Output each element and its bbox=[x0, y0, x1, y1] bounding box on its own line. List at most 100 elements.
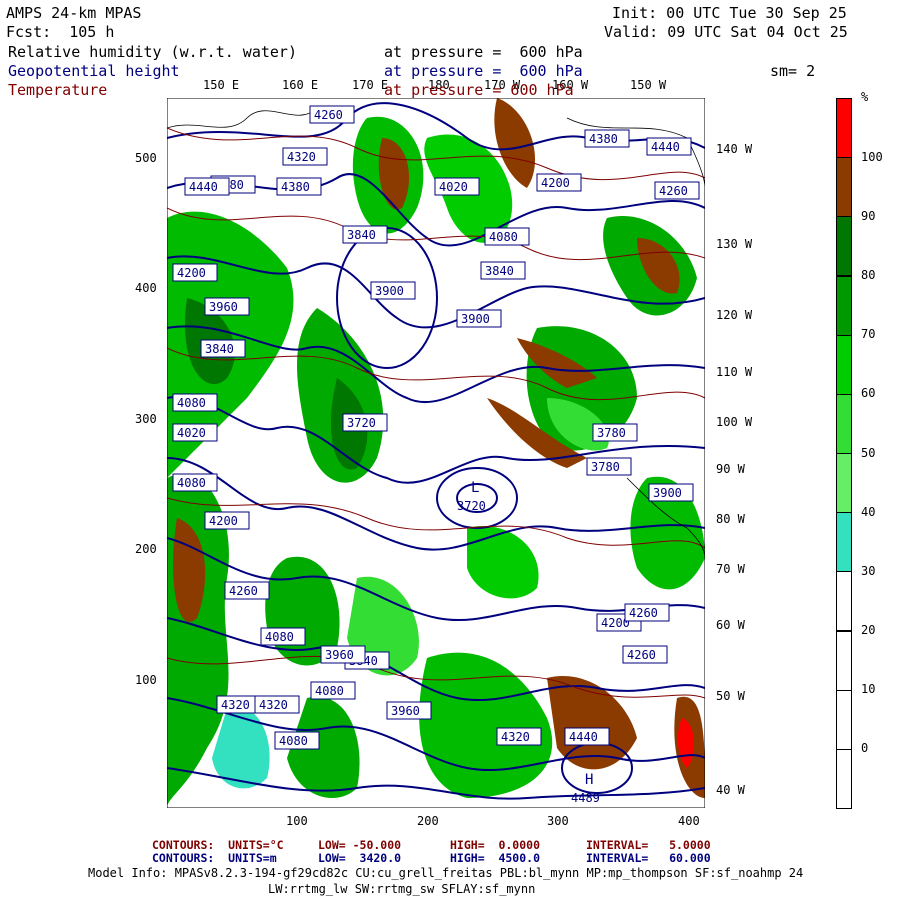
contour-label: 3900 bbox=[456, 309, 502, 328]
colorbar-segment bbox=[836, 748, 852, 809]
lon-label-right: 60 W bbox=[716, 618, 745, 632]
svg-text:4080: 4080 bbox=[315, 684, 344, 698]
svg-text:4320: 4320 bbox=[287, 150, 316, 164]
colorbar-segment bbox=[836, 630, 852, 691]
grid-x-label: 200 bbox=[417, 814, 439, 828]
geo-contour-interval: INTERVAL= 60.000 bbox=[586, 851, 711, 865]
svg-text:4080: 4080 bbox=[177, 396, 206, 410]
svg-text:4380: 4380 bbox=[281, 180, 310, 194]
svg-text:3840: 3840 bbox=[205, 342, 234, 356]
valid-time: Valid: 09 UTC Sat 04 Oct 25 bbox=[604, 23, 848, 41]
colorbar-segment bbox=[836, 275, 852, 336]
colorbar-label: 90 bbox=[861, 209, 876, 223]
colorbar-label: 40 bbox=[861, 505, 876, 519]
svg-text:4200: 4200 bbox=[541, 176, 570, 190]
grid-y-label: 100 bbox=[135, 673, 157, 687]
contour-label: 4200 bbox=[536, 173, 582, 192]
contour-label: 4080 bbox=[484, 227, 530, 246]
contour-label: 4260 bbox=[624, 603, 670, 622]
contour-label: 4080 bbox=[310, 681, 356, 700]
contour-label: 4260 bbox=[224, 581, 270, 600]
svg-text:3960: 3960 bbox=[209, 300, 238, 314]
svg-text:4260: 4260 bbox=[659, 184, 688, 198]
colorbar-segment bbox=[836, 216, 852, 277]
svg-text:4260: 4260 bbox=[314, 108, 343, 122]
colorbar-label: 70 bbox=[861, 327, 876, 341]
colorbar-segment bbox=[836, 453, 852, 514]
svg-text:4080: 4080 bbox=[177, 476, 206, 490]
svg-text:3840: 3840 bbox=[347, 228, 376, 242]
contour-label: 4200 bbox=[204, 511, 250, 530]
model-info-line-2: LW:rrtmg_lw SW:rrtmg_sw SFLAY:sf_mynn bbox=[268, 882, 536, 896]
field-label-rh: Relative humidity (w.r.t. water) bbox=[8, 43, 297, 61]
svg-text:4080: 4080 bbox=[489, 230, 518, 244]
grid-y-label: 300 bbox=[135, 412, 157, 426]
contour-label: 4320 bbox=[282, 147, 328, 166]
temp-contour-low: LOW= -50.000 bbox=[318, 838, 402, 852]
colorbar-segment bbox=[836, 393, 852, 454]
field-label-temp: Temperature bbox=[8, 81, 108, 99]
contour-label: 3900 bbox=[370, 281, 416, 300]
svg-text:4260: 4260 bbox=[229, 584, 258, 598]
geo-contour-low: LOW= 3420.0 bbox=[318, 851, 402, 865]
contour-label: 4260 bbox=[309, 105, 355, 124]
lon-label-top: 150 W bbox=[630, 78, 667, 92]
colorbar-unit: % bbox=[861, 90, 869, 104]
contour-label: 3780 bbox=[586, 457, 632, 476]
svg-text:4260: 4260 bbox=[629, 606, 658, 620]
contour-label: 3960 bbox=[204, 297, 250, 316]
colorbar-label: 80 bbox=[861, 268, 876, 282]
contour-label: 3840 bbox=[200, 339, 246, 358]
contour-label: 4260 bbox=[654, 181, 700, 200]
grid-y-label: 200 bbox=[135, 542, 157, 556]
grid-x-label: 400 bbox=[678, 814, 700, 828]
svg-text:4200: 4200 bbox=[209, 514, 238, 528]
colorbar bbox=[836, 98, 852, 809]
contour-label: 3900 bbox=[648, 483, 694, 502]
contour-label: 3840 bbox=[480, 261, 526, 280]
grid-x-label: 300 bbox=[547, 814, 569, 828]
contour-label: 4380 bbox=[584, 129, 630, 148]
geo-contour-units: CONTOURS: UNITS=m bbox=[152, 851, 277, 865]
contour-label: 4260 bbox=[622, 645, 668, 664]
colorbar-label: 30 bbox=[861, 564, 876, 578]
lon-label-top: 150 E bbox=[203, 78, 240, 92]
lon-label-right: 120 W bbox=[716, 308, 753, 322]
svg-text:3900: 3900 bbox=[653, 486, 682, 500]
temp-contour-units: CONTOURS: UNITS=°C bbox=[152, 838, 284, 852]
svg-text:3840: 3840 bbox=[485, 264, 514, 278]
weather-map: 4260 4320 4380 4440 4380 4260 4200 3960 … bbox=[167, 98, 705, 808]
contour-label: 4440 bbox=[184, 177, 230, 196]
svg-text:3900: 3900 bbox=[461, 312, 490, 326]
svg-text:4080: 4080 bbox=[265, 630, 294, 644]
contour-label: 4080 bbox=[172, 473, 218, 492]
colorbar-label: 50 bbox=[861, 446, 876, 460]
svg-text:3900: 3900 bbox=[375, 284, 404, 298]
contour-label: 4320 bbox=[216, 695, 262, 714]
svg-text:4020: 4020 bbox=[439, 180, 468, 194]
contour-label: 3720 bbox=[342, 413, 388, 432]
lon-label-right: 90 W bbox=[716, 462, 745, 476]
colorbar-label: 0 bbox=[861, 741, 869, 755]
svg-text:3780: 3780 bbox=[597, 426, 626, 440]
contour-label: 3780 bbox=[592, 423, 638, 442]
svg-text:3720: 3720 bbox=[457, 499, 486, 513]
svg-text:4440: 4440 bbox=[569, 730, 598, 744]
init-time: Init: 00 UTC Tue 30 Sep 25 bbox=[612, 4, 847, 22]
svg-text:3720: 3720 bbox=[347, 416, 376, 430]
contour-label: 4020 bbox=[172, 423, 218, 442]
contour-label: 4380 bbox=[276, 177, 322, 196]
lon-label-top: 160 E bbox=[282, 78, 319, 92]
grid-x-label: 100 bbox=[286, 814, 308, 828]
svg-text:4380: 4380 bbox=[589, 132, 618, 146]
contour-label: 4080 bbox=[260, 627, 306, 646]
colorbar-label: 100 bbox=[861, 150, 883, 164]
svg-text:4320: 4320 bbox=[221, 698, 250, 712]
svg-text:4440: 4440 bbox=[189, 180, 218, 194]
svg-text:4020: 4020 bbox=[177, 426, 206, 440]
temp-contour-high: HIGH= 0.0000 bbox=[450, 838, 541, 852]
colorbar-segment bbox=[836, 157, 852, 218]
lon-label-right: 140 W bbox=[716, 142, 753, 156]
contour-label: 3960 bbox=[386, 701, 432, 720]
grid-y-label: 500 bbox=[135, 151, 157, 165]
